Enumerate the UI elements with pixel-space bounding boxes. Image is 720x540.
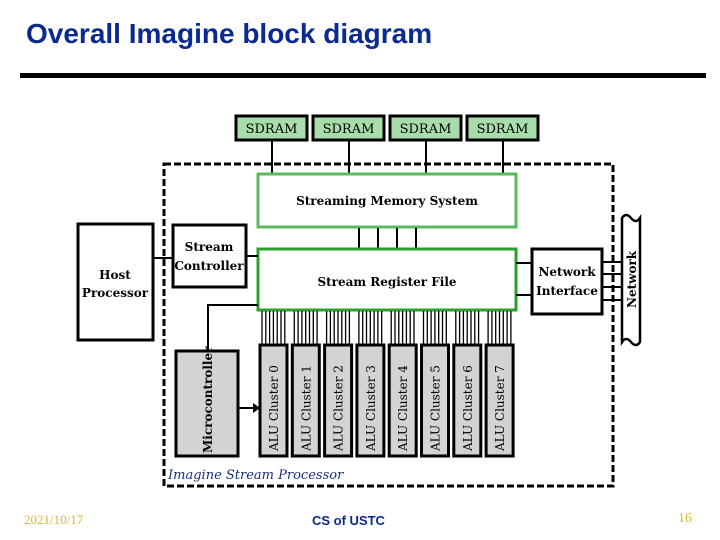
alu-cluster: ALU Cluster 3 — [355, 311, 386, 458]
alu-cluster: ALU Cluster 0 — [258, 311, 289, 458]
streaming-memory-system-label: Streaming Memory System — [296, 194, 478, 208]
alu-cluster-label: ALU Cluster 6 — [461, 365, 475, 452]
stream-controller-label-line1: Stream — [185, 240, 234, 254]
microcontroller-srf-link — [207, 304, 258, 351]
alu-cluster: ALU Cluster 1 — [290, 311, 321, 458]
stream-register-file-label: Stream Register File — [317, 275, 456, 289]
network-label: Network — [625, 250, 639, 308]
alu-cluster: ALU Cluster 5 — [420, 311, 450, 458]
processor-boundary-label: Imagine Stream Processor — [167, 468, 344, 483]
sms-srf-bus — [358, 228, 417, 248]
alu-cluster: ALU Cluster 2 — [323, 311, 354, 458]
microcontroller-label: Microcontroller — [201, 346, 215, 453]
block-diagram: Imagine Stream Processor SDRAM SDRAM SDRAM… — [76, 114, 642, 488]
sdram-label: SDRAM — [323, 122, 375, 137]
alu-cluster-label: ALU Cluster 2 — [332, 365, 346, 452]
alu-cluster: ALU Cluster 6 — [452, 311, 483, 458]
alu-cluster-label: ALU Cluster 1 — [299, 365, 313, 452]
stream-controller-label-line2: Controller — [174, 259, 244, 273]
network-interface-label-line1: Network — [538, 265, 596, 279]
host-processor-label-line1: Host — [99, 268, 131, 282]
sdram-label: SDRAM — [477, 122, 529, 137]
alu-cluster: ALU Cluster 7 — [484, 311, 515, 458]
alu-cluster-label: ALU Cluster 5 — [429, 365, 443, 452]
network-interface-box — [530, 247, 604, 316]
alu-cluster-group: ALU Cluster 0 ALU Cluster 1 ALU Cluster 2 A… — [258, 311, 515, 458]
footer-organization: CS of USTC — [312, 513, 385, 528]
stream-controller-box — [171, 223, 248, 289]
alu-cluster-label: ALU Cluster 3 — [364, 365, 378, 452]
host-processor-label-line2: Processor — [82, 286, 149, 300]
sdram-label: SDRAM — [400, 122, 452, 137]
alu-cluster-label: ALU Cluster 7 — [493, 365, 507, 452]
alu-cluster-label: ALU Cluster 0 — [267, 365, 281, 452]
footer-date: 2021/10/17 — [24, 512, 84, 527]
footer-page-number: 16 — [678, 511, 692, 526]
sdram-module: SDRAM — [311, 114, 386, 174]
alu-cluster: ALU Cluster 4 — [387, 311, 418, 458]
sdram-label: SDRAM — [246, 122, 298, 137]
network-interface-label-line2: Interface — [536, 284, 598, 298]
host-processor-box — [76, 222, 155, 342]
alu-cluster-label: ALU Cluster 4 — [396, 365, 410, 452]
